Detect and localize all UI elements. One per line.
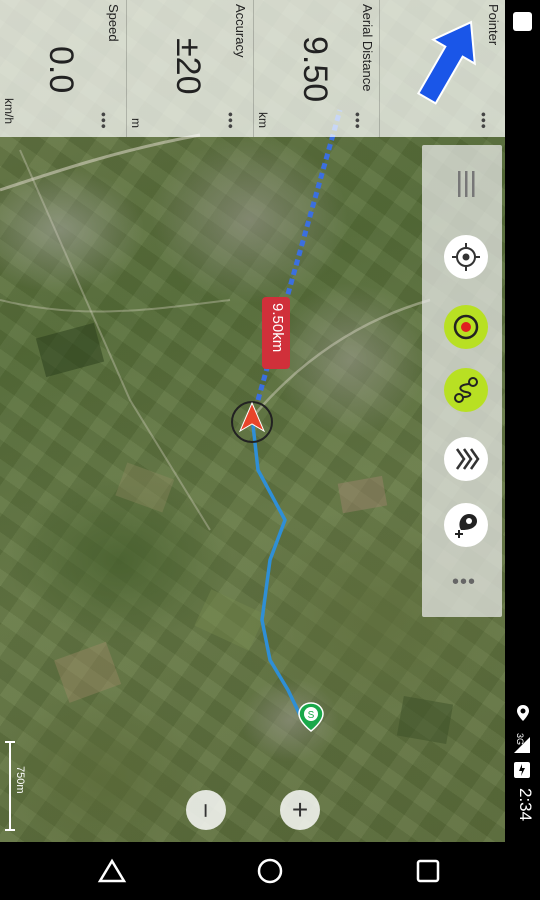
accuracy-cell[interactable]: Accuracy ±20 m ••• — [126, 0, 254, 137]
pointer-title: Pointer — [486, 4, 501, 46]
speed-cell[interactable]: Speed 0.0 km/h ••• — [0, 0, 126, 137]
notification-icon — [513, 12, 532, 31]
network-label: 3G — [515, 733, 525, 746]
scale-label: 750m — [14, 766, 26, 794]
pointer-arrow-icon — [416, 20, 476, 105]
aerial-distance-value: 9.50 — [296, 36, 334, 103]
home-icon[interactable] — [255, 856, 285, 886]
speed-unit: km/h — [2, 98, 16, 125]
layers-button[interactable] — [444, 437, 488, 481]
target-button[interactable] — [444, 305, 488, 349]
map-toolbar: ••• — [422, 145, 502, 617]
data-panel: Speed 0.0 km/h ••• Accuracy ±20 m ••• Ae… — [0, 0, 505, 137]
start-marker[interactable]: S — [298, 702, 324, 732]
accuracy-unit: m — [129, 118, 143, 128]
distance-label-text: 9.50km — [269, 303, 286, 353]
aerial-distance-unit: km — [256, 112, 270, 128]
speed-value: 0.0 — [42, 46, 80, 94]
accuracy-title: Accuracy — [233, 4, 248, 58]
aerial-distance-menu-icon[interactable]: ••• — [350, 112, 366, 130]
accuracy-value: ±20 — [169, 38, 207, 95]
aerial-distance-title: Aerial Distance — [360, 4, 375, 92]
center-location-button[interactable] — [444, 235, 488, 279]
distance-label: 9.50km — [262, 297, 290, 369]
pointer-menu-icon[interactable]: ••• — [476, 112, 492, 130]
pointer-cell[interactable]: Pointer ••• — [379, 0, 506, 137]
route-button[interactable] — [444, 368, 488, 412]
battery-icon — [514, 762, 530, 778]
back-icon[interactable] — [97, 856, 127, 886]
add-waypoint-button[interactable] — [444, 503, 488, 547]
speed-menu-icon[interactable]: ••• — [96, 112, 112, 130]
menu-icon[interactable] — [456, 171, 476, 197]
accuracy-menu-icon[interactable]: ••• — [223, 112, 239, 130]
zoom-in-icon: + — [291, 794, 309, 825]
status-time: 2:34 — [516, 788, 535, 822]
more-icon[interactable]: ••• — [452, 572, 482, 597]
zoom-out-icon: − — [191, 802, 222, 818]
layers-icon — [455, 448, 480, 470]
zoom-in-button[interactable]: + — [280, 790, 320, 830]
speed-title: Speed — [106, 4, 121, 42]
location-icon — [517, 705, 529, 721]
navigation-bar — [0, 842, 540, 900]
add-waypoint-icon — [455, 514, 477, 538]
route-icon — [454, 377, 478, 403]
start-marker-label: S — [308, 710, 315, 721]
current-location-marker — [231, 401, 273, 443]
center-location-icon — [452, 243, 480, 271]
aerial-distance-cell[interactable]: Aerial Distance 9.50 km ••• — [253, 0, 380, 137]
target-icon — [453, 314, 479, 340]
status-bar: 2:34 — [505, 0, 540, 842]
recents-icon[interactable] — [413, 856, 443, 886]
zoom-out-button[interactable]: − — [186, 790, 226, 830]
